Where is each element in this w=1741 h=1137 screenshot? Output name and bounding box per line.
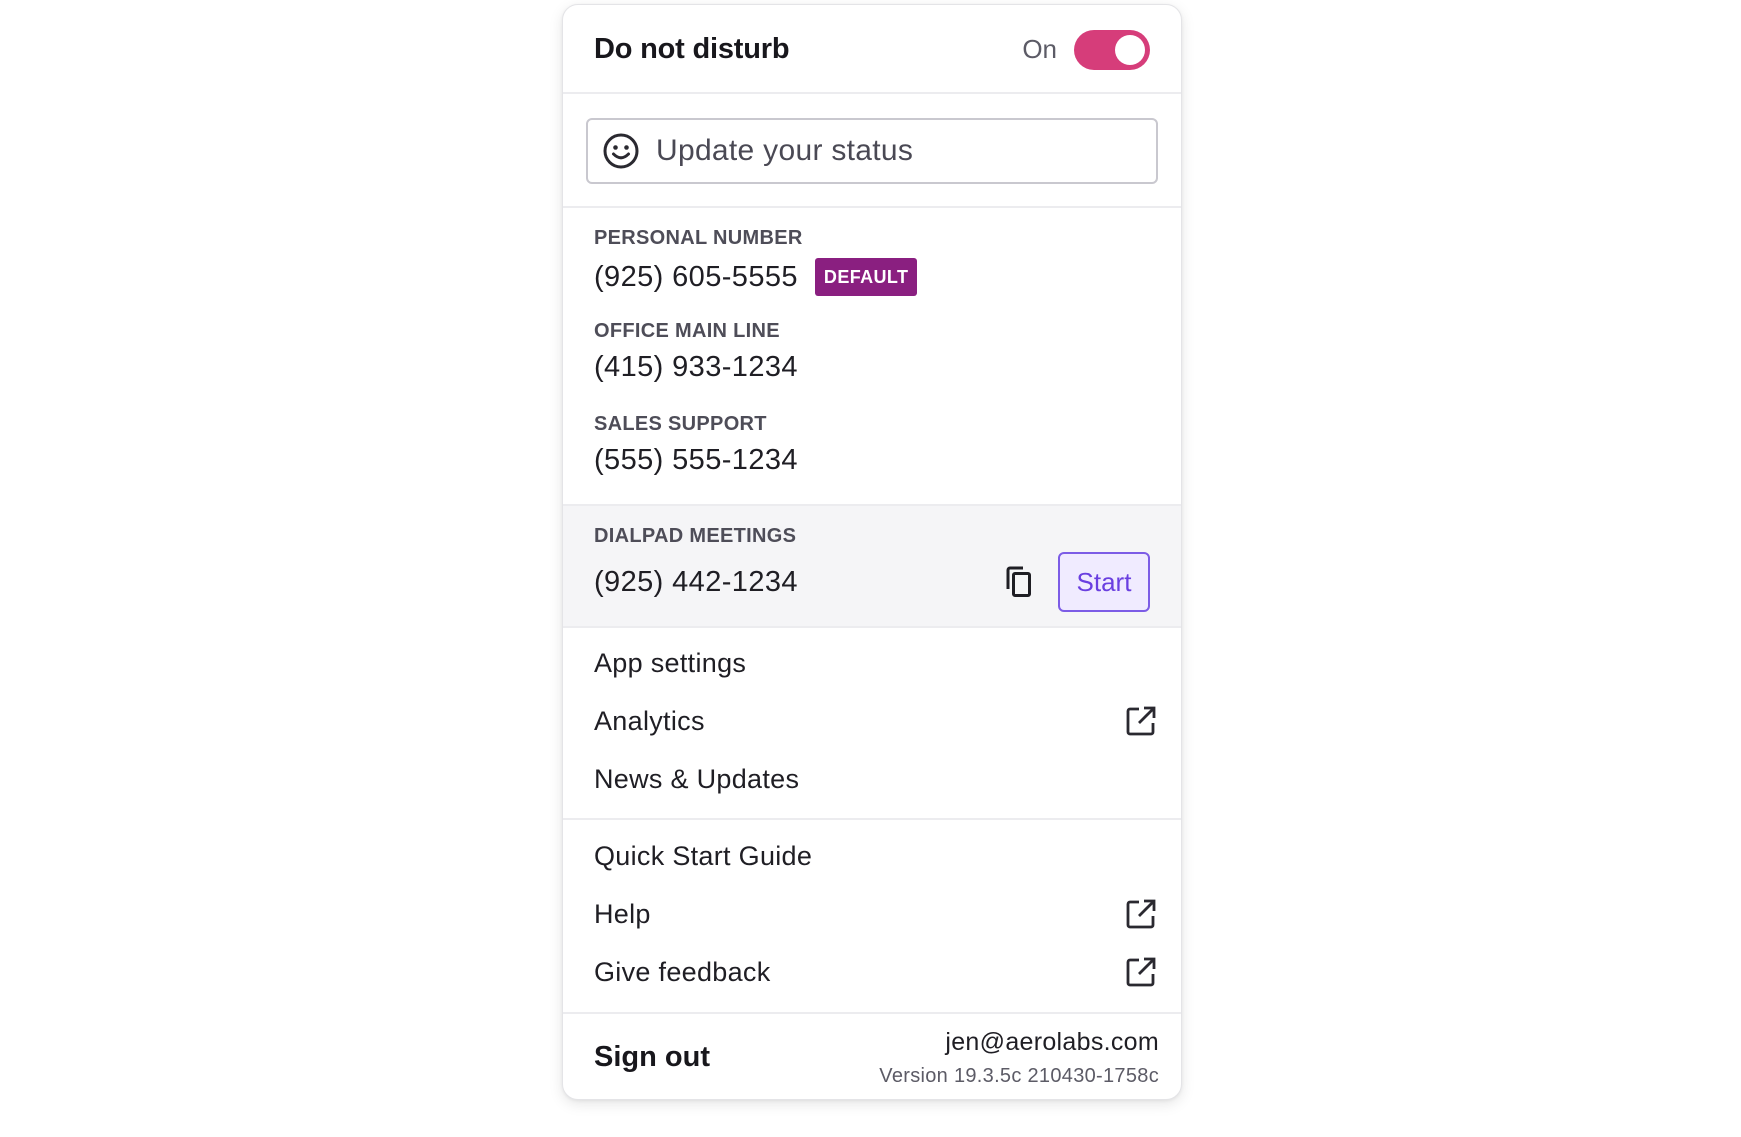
meetings-section: DIALPAD MEETINGS (925) 442-1234 Start [563,506,1181,626]
external-link-icon [1126,706,1156,736]
dnd-state-label: On [1022,34,1057,64]
menu-item-app-settings[interactable]: App settings [594,634,1157,692]
meetings-label: DIALPAD MEETINGS [594,525,797,547]
dnd-header: Do not disturb On [563,5,1181,94]
start-meeting-button[interactable]: Start [1058,552,1150,612]
app-version: Version 19.3.5c 210430-1758c [879,1064,1159,1087]
status-placeholder: Update your status [656,134,914,167]
number-value: (925) 605-5555 [594,260,798,293]
smile-icon [603,133,639,169]
status-input[interactable]: Update your status [586,118,1158,184]
number-value: (415) 933-1234 [594,351,798,383]
dnd-title: Do not disturb [594,33,790,65]
user-menu-panel: Do not disturb On Update your status PER… [562,4,1182,1100]
menu-item-label: Analytics [594,705,705,736]
divider [563,92,1181,94]
account-email: jen@aerolabs.com [945,1027,1159,1056]
number-value: (555) 555-1234 [594,444,798,476]
number-item-office[interactable]: OFFICE MAIN LINE (415) 933-1234 [594,319,1150,412]
default-badge: DEFAULT [814,258,918,296]
menu-item-label: App settings [594,647,747,678]
number-label: SALES SUPPORT [594,413,767,435]
app-menu: App settings Analytics News & Updates [563,634,1181,818]
status-section: Update your status [563,96,1181,206]
menu-item-news-updates[interactable]: News & Updates [594,750,1157,808]
numbers-section: PERSONAL NUMBER (925) 605-5555 DEFAULT O… [563,208,1181,504]
menu-item-label: Help [594,898,651,929]
menu-item-give-feedback[interactable]: Give feedback [594,943,1157,1001]
number-item-personal[interactable]: PERSONAL NUMBER (925) 605-5555 DEFAULT [594,226,1150,319]
meetings-number: (925) 442-1234 [594,565,798,598]
help-menu: Quick Start Guide Help Give feedback [563,827,1181,1012]
divider [563,818,1181,820]
footer: Sign out jen@aerolabs.com Version 19.3.5… [563,1014,1181,1099]
menu-item-analytics[interactable]: Analytics [594,692,1157,750]
external-link-icon [1126,957,1156,987]
menu-item-label: Quick Start Guide [594,840,813,871]
sign-out-button[interactable]: Sign out [594,1041,879,1074]
menu-item-label: Give feedback [594,956,771,987]
menu-item-quick-start-guide[interactable]: Quick Start Guide [594,827,1157,885]
menu-item-help[interactable]: Help [594,885,1157,943]
account-info: jen@aerolabs.com Version 19.3.5c 210430-… [879,1028,1159,1088]
external-link-icon [1126,899,1156,929]
toggle-knob [1115,34,1145,65]
number-label: PERSONAL NUMBER [594,227,803,249]
number-item-sales[interactable]: SALES SUPPORT (555) 555-1234 [594,412,1150,505]
dnd-toggle[interactable] [1074,29,1150,70]
menu-item-label: News & Updates [594,763,800,794]
copy-icon[interactable] [1002,565,1036,599]
divider [563,626,1181,628]
number-label: OFFICE MAIN LINE [594,320,780,342]
